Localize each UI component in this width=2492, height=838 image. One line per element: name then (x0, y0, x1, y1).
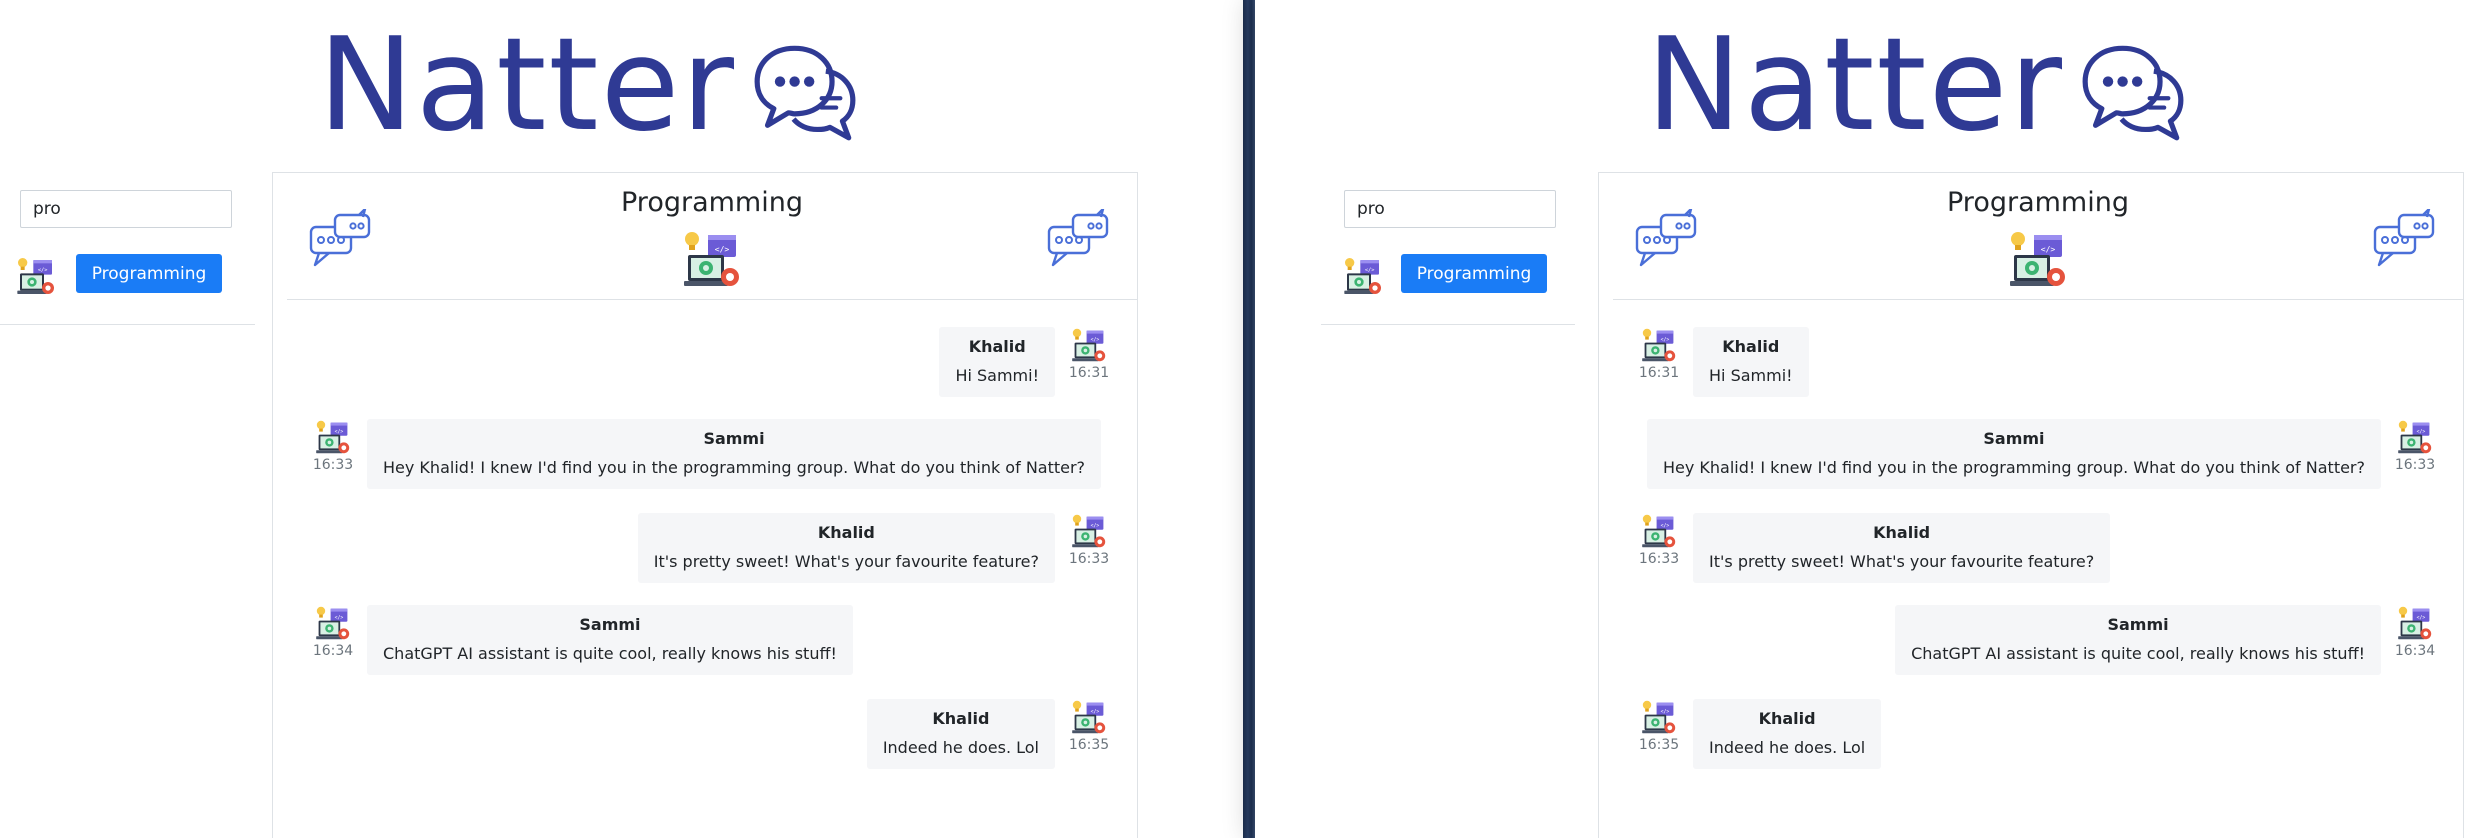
message-time: 16:34 (312, 643, 354, 659)
message-sender: Khalid (932, 709, 990, 728)
chat-bubbles-icon (309, 209, 373, 269)
message-sender: Khalid (968, 337, 1026, 356)
message-item: Sammi ChatGPT AI assistant is quite cool… (1895, 605, 2435, 675)
chat-header: Programming (287, 173, 1137, 300)
programming-group-button[interactable]: Programming (1401, 254, 1547, 293)
message-item: Sammi Hey Khalid! I knew I'd find you in… (1646, 419, 2436, 489)
user-avatar-icon (2397, 605, 2433, 641)
message-time: 16:34 (2394, 643, 2436, 659)
message-sender: Sammi (2107, 615, 2169, 634)
user-avatar-icon (1641, 513, 1677, 549)
message-bubble: Khalid Indeed he does. Lol (866, 699, 1055, 769)
group-sidebar: Programming (1321, 172, 1575, 325)
chat-panel: Programming Khalid Hi Sammi! 16:31 16:33… (272, 172, 1138, 838)
group-sidebar: Programming (0, 172, 255, 325)
chat-bubbles-icon (1635, 209, 1699, 269)
user-avatar-icon (1641, 327, 1677, 363)
message-time: 16:33 (2394, 457, 2436, 473)
message-text: Hi Sammi! (1709, 366, 1793, 385)
user-avatar-icon (1641, 699, 1677, 735)
message-sender: Khalid (817, 523, 875, 542)
message-sender: Khalid (1758, 709, 1816, 728)
logo-text: Natter (1646, 11, 2064, 160)
message-sender: Khalid (1873, 523, 1931, 542)
message-sender: Sammi (703, 429, 765, 448)
message-sender: Sammi (579, 615, 641, 634)
chat-title: Programming (1947, 187, 2129, 218)
chat-panel: Programming 16:31 Khalid Hi Sammi! Sammi… (1598, 172, 2464, 838)
message-bubble: Khalid It's pretty sweet! What's your fa… (1693, 513, 2111, 583)
message-text: Hey Khalid! I knew I'd find you in the p… (383, 458, 1086, 477)
message-text: Hi Sammi! (955, 366, 1039, 385)
message-bubble: Sammi ChatGPT AI assistant is quite cool… (367, 605, 853, 675)
message-bubble: Sammi Hey Khalid! I knew I'd find you in… (1646, 419, 2381, 489)
message-bubble: Khalid Hi Sammi! (939, 327, 1055, 397)
message-time: 16:35 (1638, 737, 1680, 753)
chat-bubbles-icon (2373, 209, 2437, 269)
message-time: 16:31 (1638, 365, 1680, 381)
message-time: 16:31 (1068, 365, 1110, 381)
programming-group-icon (1343, 256, 1383, 296)
programming-group-icon (16, 256, 56, 296)
message-text: ChatGPT AI assistant is quite cool, real… (383, 644, 837, 663)
chat-bubbles-logo-icon (752, 40, 858, 144)
message-item: 16:35 Khalid Indeed he does. Lol (1638, 699, 1882, 769)
message-item: 16:31 Khalid Hi Sammi! (1639, 327, 1809, 397)
message-item: Khalid Hi Sammi! 16:31 (939, 327, 1109, 397)
message-item: Khalid Indeed he does. Lol 16:35 (866, 699, 1110, 769)
natter-logo: Natter (1646, 22, 2186, 150)
message-text: It's pretty sweet! What's your favourite… (1709, 552, 2095, 571)
message-text: Indeed he does. Lol (1709, 738, 1866, 757)
chat-title: Programming (621, 187, 803, 218)
user-avatar-icon (1071, 699, 1107, 735)
window-divider (1243, 0, 1255, 838)
user-avatar-icon (2397, 419, 2433, 455)
message-time: 16:33 (1638, 551, 1680, 567)
group-search-input[interactable] (20, 190, 232, 228)
message-item: Khalid It's pretty sweet! What's your fa… (637, 513, 1110, 583)
message-text: It's pretty sweet! What's your favourite… (653, 552, 1039, 571)
message-item: 16:34 Sammi ChatGPT AI assistant is quit… (313, 605, 853, 675)
programming-group-icon (2008, 229, 2068, 289)
message-sender: Sammi (1983, 429, 2045, 448)
message-time: 16:33 (1068, 551, 1110, 567)
message-text: ChatGPT AI assistant is quite cool, real… (1911, 644, 2365, 663)
left-window: Natter Programming Programming Khalid Hi… (0, 0, 1243, 838)
message-text: Indeed he does. Lol (882, 738, 1039, 757)
message-text: Hey Khalid! I knew I'd find you in the p… (1662, 458, 2365, 477)
programming-group-icon (682, 229, 742, 289)
message-bubble: Khalid Hi Sammi! (1693, 327, 1809, 397)
user-avatar-icon (1071, 513, 1107, 549)
user-avatar-icon (1071, 327, 1107, 363)
chat-bubbles-icon (1047, 209, 1111, 269)
message-bubble: Sammi Hey Khalid! I knew I'd find you in… (367, 419, 1102, 489)
message-sender: Khalid (1722, 337, 1780, 356)
natter-logo: Natter (318, 22, 858, 150)
logo-text: Natter (318, 11, 736, 160)
user-avatar-icon (315, 605, 351, 641)
message-item: 16:33 Khalid It's pretty sweet! What's y… (1638, 513, 2111, 583)
user-avatar-icon (315, 419, 351, 455)
message-time: 16:35 (1068, 737, 1110, 753)
programming-group-button[interactable]: Programming (76, 254, 222, 293)
right-window: Natter Programming Programming 16:31 Kha… (1255, 0, 2492, 838)
message-bubble: Khalid Indeed he does. Lol (1693, 699, 1882, 769)
chat-header: Programming (1613, 173, 2463, 300)
group-search-input[interactable] (1344, 190, 1556, 228)
message-bubble: Sammi ChatGPT AI assistant is quite cool… (1895, 605, 2381, 675)
message-time: 16:33 (312, 457, 354, 473)
message-item: 16:33 Sammi Hey Khalid! I knew I'd find … (312, 419, 1102, 489)
chat-bubbles-logo-icon (2080, 40, 2186, 144)
message-bubble: Khalid It's pretty sweet! What's your fa… (637, 513, 1055, 583)
